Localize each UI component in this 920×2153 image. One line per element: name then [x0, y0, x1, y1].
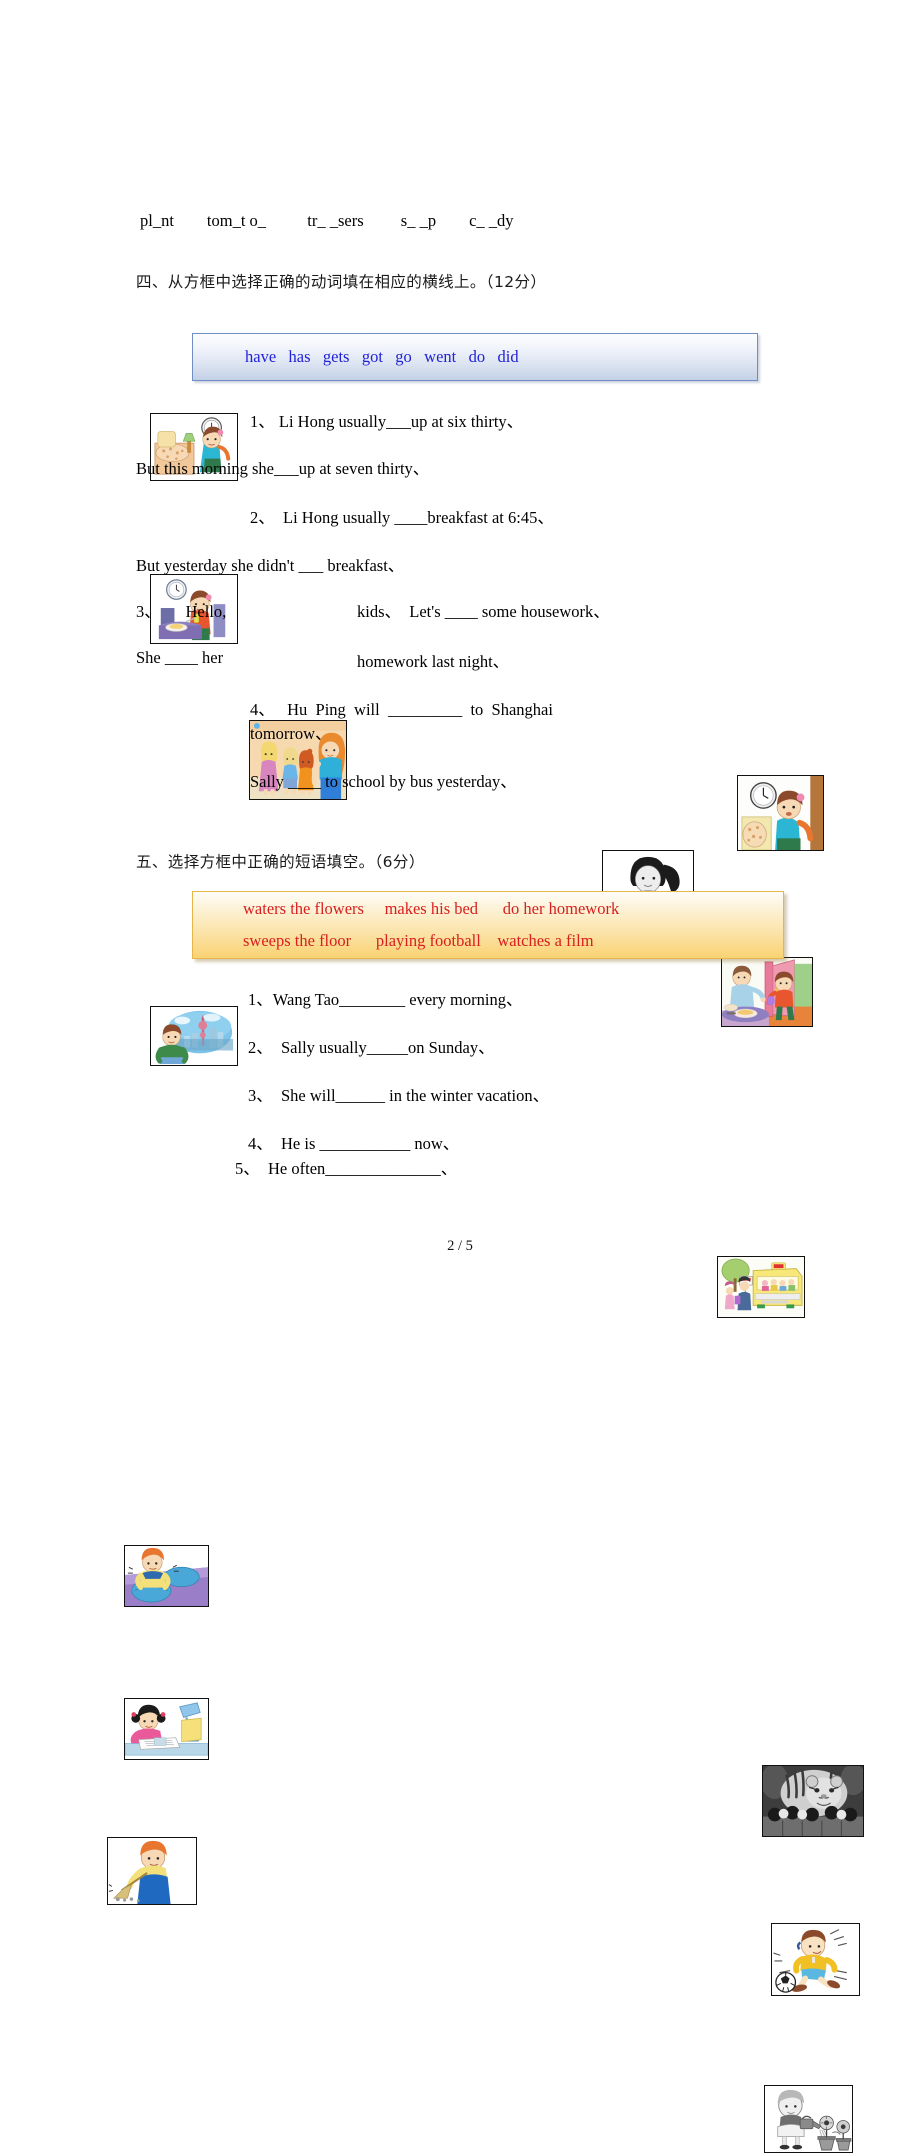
picture-tiger-film-scene-gray [762, 1765, 864, 1837]
worksheet-page: pl_nt tom_t o_ tr_ _sers s_ _p c_ _dy 四、… [0, 0, 920, 2153]
phrase-word-bank-row-2: sweeps the floor playing football watche… [243, 930, 594, 950]
item-4-line-1: 4、 Hu Ping will _________ to Shanghai [250, 700, 553, 719]
picture-boy-making-his-bed [124, 1545, 209, 1607]
picture-boy-running-out-door-mother [721, 957, 813, 1027]
section-five-heading: 五、选择方框中正确的短语填空。（6分） [136, 853, 425, 871]
item-3-line-2-prefix: She ____ her [136, 648, 224, 667]
item-1-line-1: 1、 Li Hong usually___up at six thirty、 [250, 412, 524, 431]
picture-girl-doing-homework-at-desk [124, 1698, 209, 1760]
item-3-line-1-suffix: kids、 Let's ____ some housework、 [357, 602, 610, 621]
picture-girl-watering-flowers-gray [764, 2085, 853, 2153]
picture-boy-with-shanghai-skyline [150, 1006, 238, 1066]
verb-word-bank: have has gets got go went do did [192, 333, 758, 381]
item-4-line-2: Sally ____ to school by bus yesterday、 [250, 772, 517, 791]
item-4-line-1-cont: tomorrow、 [250, 724, 332, 743]
picture-children-boarding-school-bus [717, 1256, 805, 1318]
verb-word-bank-text: have has gets got go went do did [245, 347, 519, 366]
picture-boy-sweeping-the-floor [107, 1837, 197, 1905]
item-2-line-1: 2、 Li Hong usually ____breakfast at 6:45… [250, 508, 554, 527]
section-five-item-2: 2、 Sally usually_____on Sunday、 [248, 1038, 495, 1057]
item-2-line-2: But yesterday she didn't ___ breakfast、 [136, 556, 405, 575]
phrase-word-bank: waters the flowers makes his bed do her … [192, 891, 784, 959]
item-3-line-2-suffix: homework last night、 [357, 652, 510, 671]
section-five-item-1: 1、Wang Tao________ every morning、 [248, 990, 523, 1009]
page-number-footer: 2 / 5 [447, 1238, 473, 1254]
section-four-heading: 四、从方框中选择正确的动词填在相应的横线上。（12分） [136, 273, 547, 291]
picture-boy-playing-football [771, 1923, 860, 1996]
phrase-word-bank-row-1: waters the flowers makes his bed do her … [243, 899, 620, 918]
section-five-item-4: 4、 He is ___________ now、 [248, 1134, 460, 1153]
spelling-exercise-row: pl_nt tom_t o_ tr_ _sers s_ _p c_ _dy [140, 211, 514, 230]
picture-girl-late-bedroom-clock [737, 775, 824, 851]
item-1-line-2: But this morning she___up at seven thirt… [136, 459, 430, 478]
section-five-item-5: 5、 He often______________、 [235, 1159, 458, 1178]
item-3-line-1-prefix: 3、 Hello, [136, 602, 227, 621]
section-five-item-3: 3、 She will______ in the winter vacation… [248, 1086, 550, 1105]
